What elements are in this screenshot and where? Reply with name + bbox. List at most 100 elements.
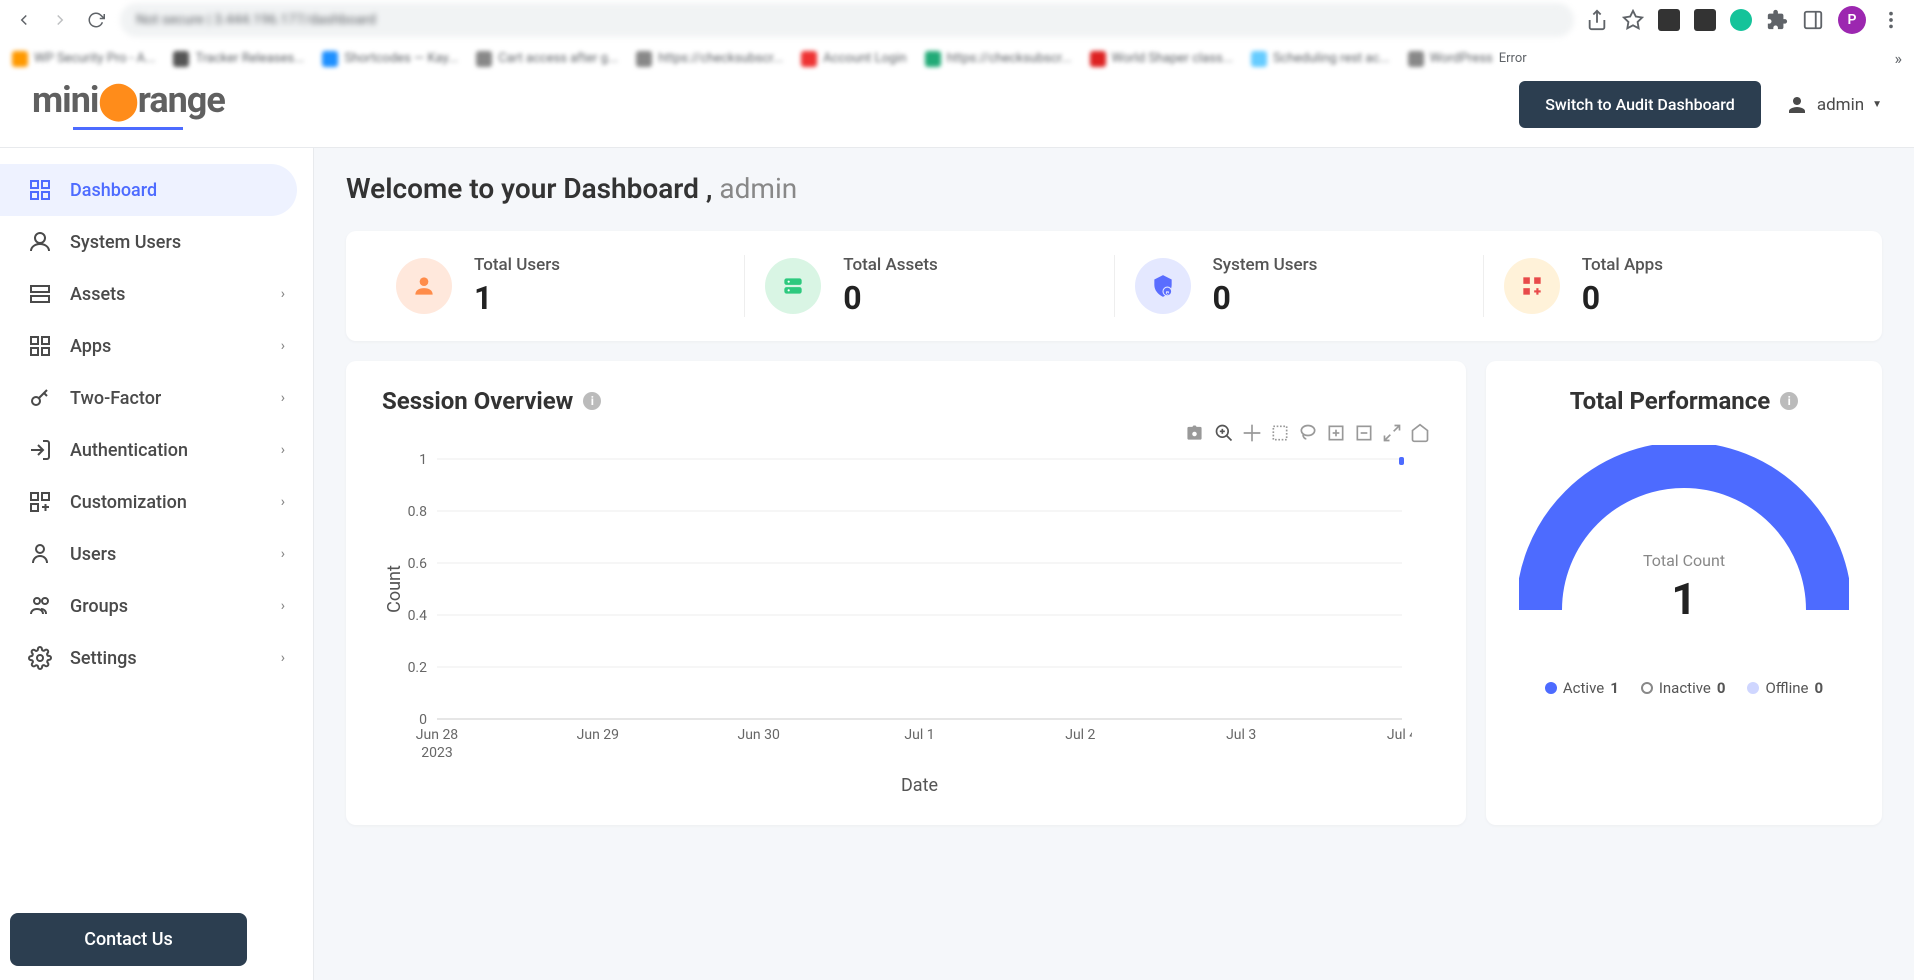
bookmark[interactable]: Scheduling rest ac... [1251,51,1390,67]
stat-apps: Total Apps 0 [1484,255,1852,317]
bookmark[interactable]: https://checksubscr... [636,51,783,67]
reload-btn[interactable] [84,8,108,32]
share-icon[interactable] [1586,9,1608,31]
bookmark[interactable]: WordPress Error [1408,51,1527,67]
chevron-right-icon: › [281,390,285,406]
gauge-chart: Total Count 1 [1519,445,1849,625]
forward-btn[interactable] [48,8,72,32]
contact-us-button[interactable]: Contact Us [10,913,247,966]
stat-label: Total Users [474,255,560,275]
sidebar-label: Groups [70,596,128,617]
sidebar-item-two-factor[interactable]: Two-Factor › [0,372,313,424]
bookmark[interactable]: World Shaper class... [1090,51,1233,67]
sidebar-label: Users [70,544,116,565]
sysusers-icon: e [1135,258,1191,314]
svg-text:e: e [1165,289,1169,297]
star-icon[interactable] [1622,9,1644,31]
zoom-in-icon[interactable] [1326,423,1346,443]
browser-chrome: Not secure | 3.444.196.177/dashboard P W… [0,0,1914,62]
chevron-down-icon: ▼ [1872,99,1882,110]
systemusers-icon [28,230,52,254]
total-performance-card: Total Performance i Total Count 1 Active… [1486,361,1882,825]
user-menu[interactable]: admin ▼ [1785,93,1882,117]
svg-text:0.2: 0.2 [408,660,428,676]
bookmark[interactable]: Account Login [801,51,906,67]
pan-icon[interactable] [1242,423,1262,443]
svg-text:1: 1 [419,452,427,468]
sidebar-label: Two-Factor [70,388,161,409]
info-icon[interactable]: i [1780,392,1798,410]
svg-text:Jul 2: Jul 2 [1065,727,1095,743]
gauge-label: Total Count [1519,551,1849,570]
sidebar-label: Dashboard [70,180,157,201]
twofactor-icon [28,386,52,410]
url-bar[interactable]: Not secure | 3.444.196.177/dashboard [120,3,1574,37]
assets-icon [765,258,821,314]
stat-label: Total Apps [1582,255,1663,275]
stat-users: Total Users1 [376,255,745,317]
svg-text:Jul 1: Jul 1 [904,727,934,743]
chevron-right-icon: › [281,442,285,458]
sidebar-label: Assets [70,284,125,305]
home-icon[interactable] [1410,423,1430,443]
bookmark[interactable]: Shortcodes — Kay... [322,51,458,67]
svg-text:2023: 2023 [421,745,452,761]
sidebar-label: Authentication [70,440,188,461]
chevron-right-icon: › [281,338,285,354]
session-overview-card: Session Overview i 0 0.2 [346,361,1466,825]
lasso-icon[interactable] [1298,423,1318,443]
chevron-right-icon: › [281,546,285,562]
sidebar-item-users[interactable]: Users › [0,528,313,580]
sidebar-item-apps[interactable]: Apps› [0,320,313,372]
stat-sysusers: eSystem Users0 [1115,255,1484,317]
svg-text:Jul 3: Jul 3 [1226,727,1256,743]
switch-dashboard-button[interactable]: Switch to Audit Dashboard [1519,81,1761,128]
info-icon[interactable]: i [583,392,601,410]
sidebar-item-authentication[interactable]: Authentication › [0,424,313,476]
sidebar: DashboardSystem UsersAssets›Apps›Two-Fac… [0,148,314,980]
card-title: Total Performance i [1522,387,1846,415]
panel-icon[interactable] [1802,9,1824,31]
ext1-icon[interactable] [1658,9,1680,31]
svg-text:0.4: 0.4 [408,608,428,624]
bookmark[interactable]: Tracker Releases... [173,51,304,67]
svg-text:Date: Date [901,775,938,796]
sidebar-item-settings[interactable]: Settings › [0,632,313,684]
stats-card: Total Users1Total Assets0eSystem Users0T… [346,231,1882,341]
bookmarks-overflow[interactable]: » [1895,49,1903,68]
svg-text:0: 0 [419,712,427,728]
bookmark[interactable]: WP Security Pro - A... [12,51,155,67]
user-name: admin [1817,95,1864,115]
sidebar-label: Settings [70,648,137,669]
select-icon[interactable] [1270,423,1290,443]
bookmark[interactable]: https://checksubscr... [925,51,1072,67]
camera-icon[interactable] [1186,423,1206,443]
ext3-icon[interactable] [1730,9,1752,31]
chart-area: 00.20.40.60.81Jun 282023Jun 29Jun 30Jul … [382,429,1430,799]
custom-icon [28,490,52,514]
page-title: Welcome to your Dashboard , admin [346,172,1882,205]
card-title: Session Overview i [382,387,1430,415]
logo: mini⬤range [32,79,225,130]
sidebar-label: Customization [70,492,187,513]
sidebar-item-assets[interactable]: Assets› [0,268,313,320]
profile-avatar[interactable]: P [1838,6,1866,34]
zoom-icon[interactable] [1214,423,1234,443]
ext2-icon[interactable] [1694,9,1716,31]
legend-inactive: Inactive 0 [1641,679,1726,697]
puzzle-icon[interactable] [1766,9,1788,31]
chevron-right-icon: › [281,650,285,666]
sidebar-item-system-users[interactable]: System Users [0,216,313,268]
menu-icon[interactable] [1880,9,1902,31]
sidebar-item-customization[interactable]: Customization› [0,476,313,528]
sidebar-item-dashboard[interactable]: Dashboard [0,164,297,216]
autoscale-icon[interactable] [1382,423,1402,443]
zoom-out-icon[interactable] [1354,423,1374,443]
main-content: Welcome to your Dashboard , admin Total … [314,148,1914,980]
bookmark[interactable]: Cart access after g... [476,51,618,67]
assets-icon [28,282,52,306]
back-btn[interactable] [12,8,36,32]
sidebar-item-groups[interactable]: Groups› [0,580,313,632]
stat-value: 0 [1582,279,1663,317]
stat-assets: Total Assets0 [745,255,1114,317]
